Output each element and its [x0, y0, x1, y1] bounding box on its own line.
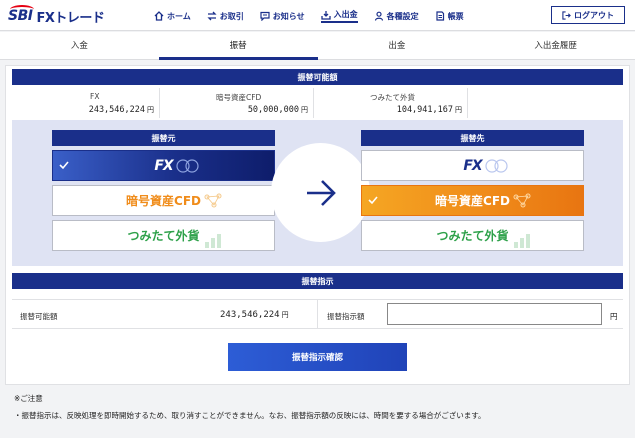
nav-home-label: ホーム	[167, 11, 191, 21]
to-option-fx[interactable]: FX	[361, 150, 584, 181]
arrow-right-icon	[306, 179, 336, 206]
divider	[317, 300, 318, 329]
bars-deco-icon	[205, 234, 221, 248]
message-icon	[260, 11, 270, 21]
check-icon	[59, 161, 69, 170]
logo-fx: FXトレード	[36, 10, 105, 26]
tab-bar: 入金 振替 出金 入出金履歴	[0, 32, 635, 60]
to-title: 振替先	[361, 130, 584, 146]
notes-item: ・振替指示は、反映処理を即時開始するため、取り消すことができません。なお、振替指…	[14, 411, 486, 420]
to-option-fx-label: FX	[463, 157, 482, 174]
available-fx-value-wrap: 243,546,224 円	[89, 105, 154, 115]
deposit-icon	[320, 10, 331, 20]
notes-heading: ※ご注意	[14, 394, 43, 403]
instruction-available-value: 243,546,224	[220, 310, 280, 320]
from-option-cfd-label: 暗号資産CFD	[126, 194, 201, 208]
nav-settings[interactable]: 各種設定	[374, 9, 419, 23]
available-tsumitate-label: つみたて外貨	[370, 93, 415, 102]
coins-deco-icon	[485, 159, 508, 173]
available-cfd-value: 50,000,000	[247, 105, 299, 115]
instruction-amount-label: 振替指示額	[327, 312, 365, 321]
tab-transfer[interactable]: 振替	[158, 32, 318, 60]
logout-icon	[562, 10, 571, 20]
from-option-fx[interactable]: FX	[52, 150, 275, 181]
yen-unit: 円	[301, 107, 308, 114]
from-panel: 振替元 FX 暗号資産CFD つみたて外貨	[52, 130, 275, 251]
user-icon	[374, 11, 383, 21]
to-option-tsumitate-label: つみたて外貨	[436, 229, 509, 243]
coins-deco-icon	[176, 159, 199, 173]
yen-unit: 円	[281, 312, 289, 319]
tab-deposit[interactable]: 入金	[0, 32, 159, 60]
from-option-tsumitate-label: つみたて外貨	[127, 229, 200, 243]
nav-reports-label: 帳票	[447, 11, 464, 21]
instruction-available-label: 振替可能額	[20, 312, 58, 321]
instruction-row: 振替可能額 243,546,224 円 振替指示額 円	[12, 299, 623, 329]
logout-button[interactable]: ログアウト	[551, 6, 625, 24]
available-fx-value: 243,546,224	[88, 105, 145, 115]
nav-deposit[interactable]: 入出金	[320, 9, 358, 23]
bars-deco-icon	[514, 234, 530, 248]
from-option-fx-label: FX	[154, 157, 173, 174]
confirm-button[interactable]: 振替指示確認	[228, 343, 407, 371]
nav-trade-label: お取引	[219, 11, 244, 21]
transfer-arrow	[271, 143, 370, 242]
transfer-card: 振替可能額 FX 243,546,224 円 暗号資産CFD 50,000,000…	[5, 65, 630, 385]
available-fx-label: FX	[90, 92, 100, 101]
from-option-cfd[interactable]: 暗号資産CFD	[52, 185, 275, 216]
available-cfd: 暗号資産CFD 50,000,000 円	[160, 88, 314, 118]
instruction-available-wrap: 243,546,224 円	[220, 310, 289, 320]
yen-unit: 円	[455, 107, 462, 114]
network-deco-icon	[513, 193, 531, 208]
available-amounts: FX 243,546,224 円 暗号資産CFD 50,000,000 円 つみたて…	[6, 88, 629, 118]
logo[interactable]: SBI FXトレード	[8, 5, 105, 26]
check-icon	[368, 196, 378, 205]
header: SBI FXトレード ホーム お取引 お知らせ 入出金 各種設定 帳票 ログアウ…	[0, 0, 635, 31]
document-icon	[436, 11, 444, 21]
transfer-amount-input[interactable]	[387, 303, 602, 325]
nav-news[interactable]: お知らせ	[260, 9, 305, 23]
available-title: 振替可能額	[12, 69, 623, 85]
to-option-tsumitate[interactable]: つみたて外貨	[361, 220, 584, 251]
transfer-selector: 振替元 FX 暗号資産CFD つみたて外貨 振替先 FX 暗号資産CFD つみた…	[12, 120, 623, 266]
logout-label: ログアウト	[574, 10, 614, 20]
nav-deposit-label: 入出金	[333, 10, 358, 19]
nav-trade[interactable]: お取引	[207, 9, 244, 23]
network-deco-icon	[204, 193, 222, 208]
available-tsumitate-value-wrap: 104,941,167 円	[397, 105, 462, 115]
from-title: 振替元	[52, 130, 275, 146]
home-icon	[154, 11, 164, 21]
exchange-icon	[207, 11, 217, 21]
yen-unit: 円	[610, 312, 618, 321]
to-option-cfd-label: 暗号資産CFD	[435, 194, 510, 208]
available-cfd-label: 暗号資産CFD	[216, 93, 262, 102]
from-option-tsumitate[interactable]: つみたて外貨	[52, 220, 275, 251]
available-fx: FX 243,546,224 円	[6, 88, 160, 118]
main-nav: ホーム お取引 お知らせ 入出金 各種設定 帳票	[154, 9, 480, 23]
nav-settings-label: 各種設定	[386, 11, 419, 21]
tab-withdraw[interactable]: 出金	[318, 32, 477, 60]
nav-home[interactable]: ホーム	[154, 9, 191, 23]
logo-sbi: SBI	[8, 5, 35, 24]
to-panel: 振替先 FX 暗号資産CFD つみたて外貨	[361, 130, 584, 251]
notes: ※ご注意 ・振替指示は、反映処理を即時開始するため、取り消すことができません。な…	[14, 393, 486, 427]
available-cfd-value-wrap: 50,000,000 円	[248, 105, 308, 115]
to-option-cfd[interactable]: 暗号資産CFD	[361, 185, 584, 216]
nav-reports[interactable]: 帳票	[435, 9, 464, 23]
available-tsumitate: つみたて外貨 104,941,167 円	[314, 88, 468, 118]
yen-unit: 円	[147, 107, 154, 114]
available-tsumitate-value: 104,941,167	[396, 105, 453, 115]
nav-news-label: お知らせ	[272, 11, 305, 21]
tab-history[interactable]: 入出金履歴	[476, 32, 635, 60]
instruction-title: 振替指示	[12, 273, 623, 289]
